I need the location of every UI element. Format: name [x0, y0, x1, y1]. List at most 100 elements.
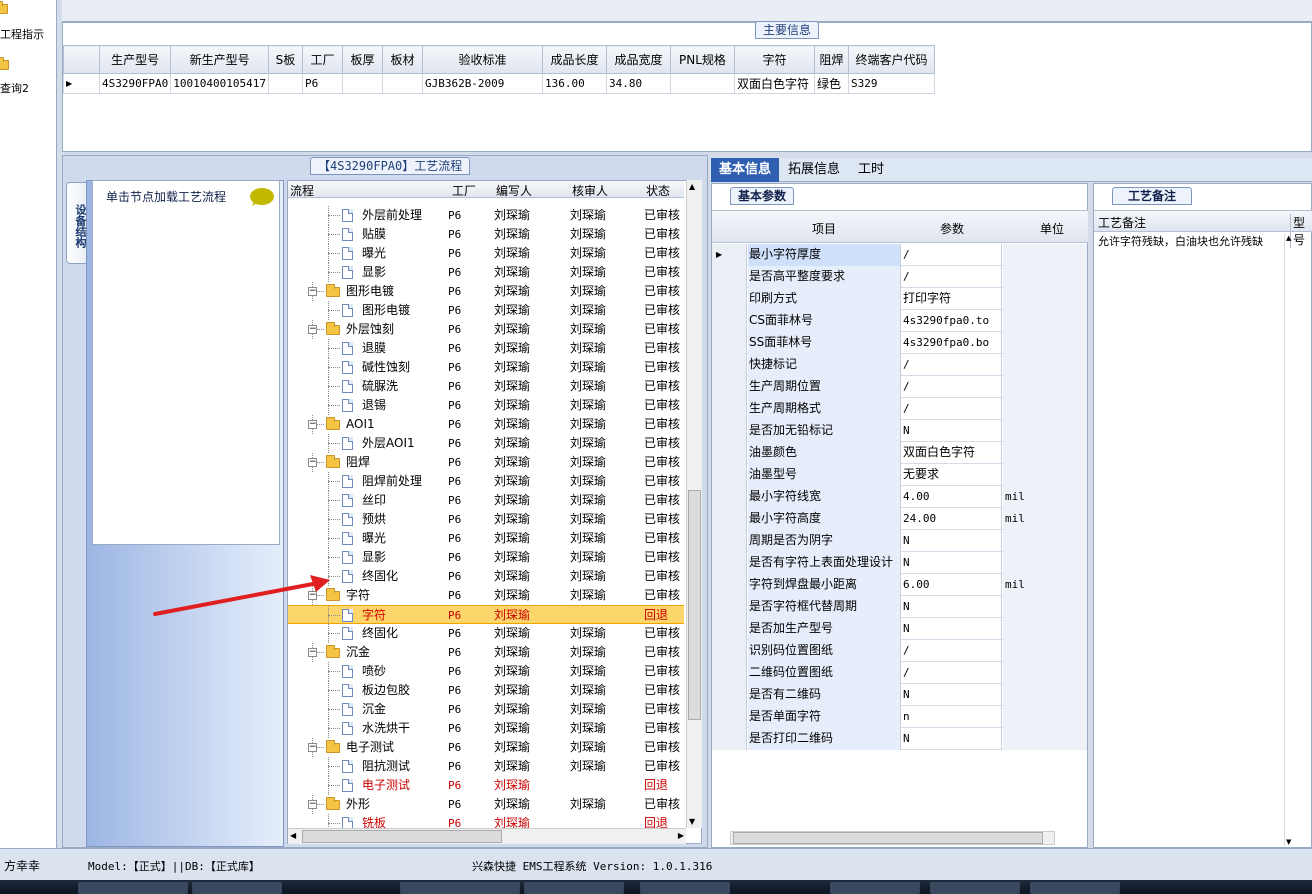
remarks-text[interactable]: 允许字符残缺，白油块也允许残缺	[1098, 236, 1284, 248]
flow-load-box[interactable]	[92, 180, 280, 545]
tree-folder-row[interactable]: − 电子测试 P6 刘琛瑜 刘琛瑜 已审核	[288, 738, 684, 757]
param-col-item[interactable]: 项目	[812, 220, 836, 237]
table-cell[interactable]: 136.00	[541, 73, 607, 94]
tree-item-row[interactable]: 碱性蚀刻 P6 刘琛瑜 刘琛瑜 已审核	[288, 358, 684, 377]
tree-item-row[interactable]: 终固化 P6 刘琛瑜 刘琛瑜 已审核	[288, 624, 684, 643]
param-row[interactable]: 生产周期位置 /	[712, 376, 1087, 398]
collapse-icon[interactable]: −	[308, 420, 317, 429]
scroll-down-icon[interactable]: ▼	[1286, 838, 1291, 846]
param-value[interactable]: 打印字符	[902, 288, 1002, 310]
tree-folder-row[interactable]: − 沉金 P6 刘琛瑜 刘琛瑜 已审核	[288, 643, 684, 662]
param-row[interactable]: SS面菲林号 4s3290fpa0.bo	[712, 332, 1087, 354]
tree-item-row[interactable]: 阻抗测试 P6 刘琛瑜 刘琛瑜 已审核	[288, 757, 684, 776]
param-value[interactable]: /	[902, 640, 1002, 662]
tree-folder-row[interactable]: − 外层蚀刻 P6 刘琛瑜 刘琛瑜 已审核	[288, 320, 684, 339]
tree-item-row[interactable]: 丝印 P6 刘琛瑜 刘琛瑜 已审核	[288, 491, 684, 510]
param-row[interactable]: 快捷标记 /	[712, 354, 1087, 376]
taskbar-button[interactable]	[1030, 882, 1120, 894]
tab-process-remarks[interactable]: 工艺备注	[1112, 187, 1192, 205]
tree-item-row[interactable]: 水洗烘干 P6 刘琛瑜 刘琛瑜 已审核	[288, 719, 684, 738]
param-value[interactable]: N	[902, 552, 1002, 574]
param-row[interactable]: 最小字符高度 24.00 mil	[712, 508, 1087, 530]
param-row[interactable]: 是否有二维码 N	[712, 684, 1087, 706]
table-row[interactable]: ▶ 4S3290FPA0 10010400105417 P6 GJB362B-2…	[63, 73, 935, 94]
tab-equipment-structure[interactable]: 设备结构	[66, 182, 88, 264]
tree-item-row[interactable]: 外层前处理 P6 刘琛瑜 刘琛瑜 已审核	[288, 206, 684, 225]
table-cell[interactable]	[341, 73, 383, 94]
param-row[interactable]: CS面菲林号 4s3290fpa0.to	[712, 310, 1087, 332]
param-value[interactable]: n	[902, 706, 1002, 728]
param-value[interactable]: N	[902, 618, 1002, 640]
param-row[interactable]: 是否加生产型号 N	[712, 618, 1087, 640]
tree-item-row[interactable]: 图形电镀 P6 刘琛瑜 刘琛瑜 已审核	[288, 301, 684, 320]
param-value[interactable]: /	[902, 244, 1002, 266]
tree-item-row[interactable]: 退锡 P6 刘琛瑜 刘琛瑜 已审核	[288, 396, 684, 415]
param-value[interactable]: /	[902, 398, 1002, 420]
col-header[interactable]: S板	[267, 45, 303, 74]
table-cell[interactable]: P6	[301, 73, 343, 94]
collapse-icon[interactable]: −	[308, 287, 317, 296]
tree-item-row[interactable]: 曝光 P6 刘琛瑜 刘琛瑜 已审核	[288, 529, 684, 548]
param-value[interactable]: 6.00	[902, 574, 1002, 596]
param-row[interactable]: 是否单面字符 n	[712, 706, 1087, 728]
param-row[interactable]: 识别码位置图纸 /	[712, 640, 1087, 662]
table-cell[interactable]	[669, 73, 735, 94]
tree-item-row[interactable]: 电子测试 P6 刘琛瑜 回退	[288, 776, 684, 795]
col-header[interactable]: 成品宽度	[605, 45, 671, 74]
tree-col-writer[interactable]: 编写人	[496, 182, 532, 199]
param-value[interactable]: 无要求	[902, 464, 1002, 486]
param-value[interactable]: /	[902, 266, 1002, 288]
nav-item-query[interactable]	[0, 57, 9, 71]
taskbar-button[interactable]	[640, 882, 730, 894]
param-row[interactable]: 是否有字符上表面处理设计 N	[712, 552, 1087, 574]
tree-col-flow[interactable]: 流程	[290, 182, 314, 199]
param-horizontal-scrollbar[interactable]	[730, 831, 1055, 845]
param-value[interactable]: /	[902, 354, 1002, 376]
scroll-up-icon[interactable]: ▲	[1286, 234, 1291, 242]
taskbar-button[interactable]	[830, 882, 920, 894]
collapse-icon[interactable]: −	[308, 325, 317, 334]
table-cell[interactable]	[267, 73, 303, 94]
tree-item-row[interactable]: 沉金 P6 刘琛瑜 刘琛瑜 已审核	[288, 700, 684, 719]
param-value[interactable]: /	[902, 662, 1002, 684]
param-row[interactable]: 是否加无铅标记 N	[712, 420, 1087, 442]
param-row[interactable]: 印刷方式 打印字符	[712, 288, 1087, 310]
tree-item-row[interactable]: 喷砂 P6 刘琛瑜 刘琛瑜 已审核	[288, 662, 684, 681]
table-cell[interactable]: GJB362B-2009	[421, 73, 543, 94]
tree-item-row[interactable]: 显影 P6 刘琛瑜 刘琛瑜 已审核	[288, 548, 684, 567]
param-row[interactable]: 是否字符框代替周期 N	[712, 596, 1087, 618]
param-row[interactable]: 是否打印二维码 N	[712, 728, 1087, 750]
scroll-thumb[interactable]	[733, 832, 1043, 844]
taskbar-button[interactable]	[78, 882, 188, 894]
param-value[interactable]: N	[902, 420, 1002, 442]
param-value[interactable]: N	[902, 530, 1002, 552]
table-cell[interactable]	[381, 73, 423, 94]
param-row[interactable]: 周期是否为阴字 N	[712, 530, 1087, 552]
tab-basic-info[interactable]: 基本信息	[711, 158, 780, 182]
tree-item-row[interactable]: 外层AOI1 P6 刘琛瑜 刘琛瑜 已审核	[288, 434, 684, 453]
tree-folder-row[interactable]: − 外形 P6 刘琛瑜 刘琛瑜 已审核	[288, 795, 684, 814]
param-value[interactable]: 24.00	[902, 508, 1002, 530]
param-value[interactable]: 4.00	[902, 486, 1002, 508]
remarks-col[interactable]: 工艺备注	[1098, 214, 1146, 231]
col-header[interactable]: PNL规格	[669, 45, 735, 74]
tree-item-row[interactable]: 阻焊前处理 P6 刘琛瑜 刘琛瑜 已审核	[288, 472, 684, 491]
subtab-basic-params[interactable]: 基本参数	[730, 187, 795, 205]
tree-col-reviewer[interactable]: 核审人	[572, 182, 608, 199]
scroll-down-icon[interactable]: ▼	[689, 817, 695, 826]
param-value[interactable]: 双面白色字符	[902, 442, 1002, 464]
param-value[interactable]: N	[902, 596, 1002, 618]
nav-item-label-engineering[interactable]: 工程指示	[0, 26, 44, 42]
param-value[interactable]: 4s3290fpa0.to	[902, 310, 1002, 332]
param-row[interactable]: 生产周期格式 /	[712, 398, 1087, 420]
table-cell[interactable]: 绿色	[813, 73, 849, 94]
taskbar-button[interactable]	[930, 882, 1020, 894]
taskbar-button[interactable]	[524, 882, 624, 894]
table-cell[interactable]: 10010400105417	[170, 73, 269, 94]
tree-item-row[interactable]: 字符 P6 刘琛瑜 回退	[288, 605, 684, 625]
param-value[interactable]: /	[902, 376, 1002, 398]
table-cell[interactable]: 双面白色字符	[733, 73, 815, 94]
tree-vertical-scrollbar[interactable]: ▲ ▼	[686, 180, 702, 828]
param-row[interactable]: 字符到焊盘最小距离 6.00 mil	[712, 574, 1087, 596]
taskbar-button[interactable]	[192, 882, 282, 894]
